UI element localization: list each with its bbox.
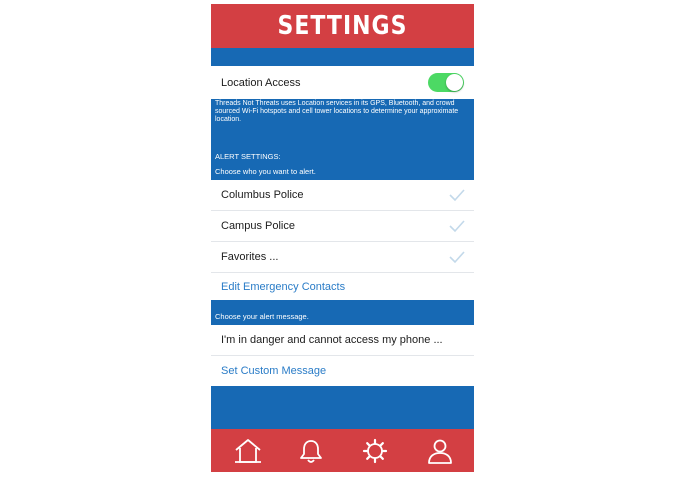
checkmark-icon [449,251,465,264]
checkmark-icon [449,189,465,202]
recipient-label: Columbus Police [221,189,304,201]
recipient-row-campus-police[interactable]: Campus Police [211,211,474,242]
alert-message-subtitle: Choose your alert message. [215,312,309,321]
user-icon [428,439,452,464]
tab-alerts[interactable] [297,438,325,464]
tab-profile[interactable] [426,438,454,464]
tab-bar [211,429,474,472]
toggle-knob [446,74,463,91]
alert-settings-title: ALERT SETTINGS: [215,152,281,161]
checkmark-icon [449,220,465,233]
recipient-label: Campus Police [221,220,295,232]
tab-home[interactable] [234,438,262,464]
edit-emergency-contacts-link[interactable]: Edit Emergency Contacts [211,273,474,300]
location-access-row: Location Access [211,66,474,99]
recipient-row-favorites[interactable]: Favorites ... [211,242,474,273]
set-custom-message-link[interactable]: Set Custom Message [211,356,474,386]
alert-recipients-subtitle: Choose who you want to alert. [215,167,316,176]
page-title: SETTINGS [277,11,408,41]
alert-message-row[interactable]: I'm in danger and cannot access my phone… [211,325,474,356]
settings-screen: SETTINGS Location Access Threads Not Thr… [211,4,474,472]
recipient-label: Favorites ... [221,251,279,263]
location-description: Threads Not Threats uses Location servic… [215,100,459,123]
bell-icon [300,440,322,463]
set-custom-message-label: Set Custom Message [221,365,327,377]
tab-settings[interactable] [361,438,389,464]
gear-icon [362,438,388,464]
location-access-toggle[interactable] [428,73,464,92]
edit-emergency-contacts-label: Edit Emergency Contacts [221,280,346,293]
home-icon [235,439,261,463]
header-bar: SETTINGS [211,4,474,48]
recipient-row-columbus-police[interactable]: Columbus Police [211,180,474,211]
alert-message-text: I'm in danger and cannot access my phone… [221,334,443,346]
location-access-label: Location Access [221,76,301,89]
